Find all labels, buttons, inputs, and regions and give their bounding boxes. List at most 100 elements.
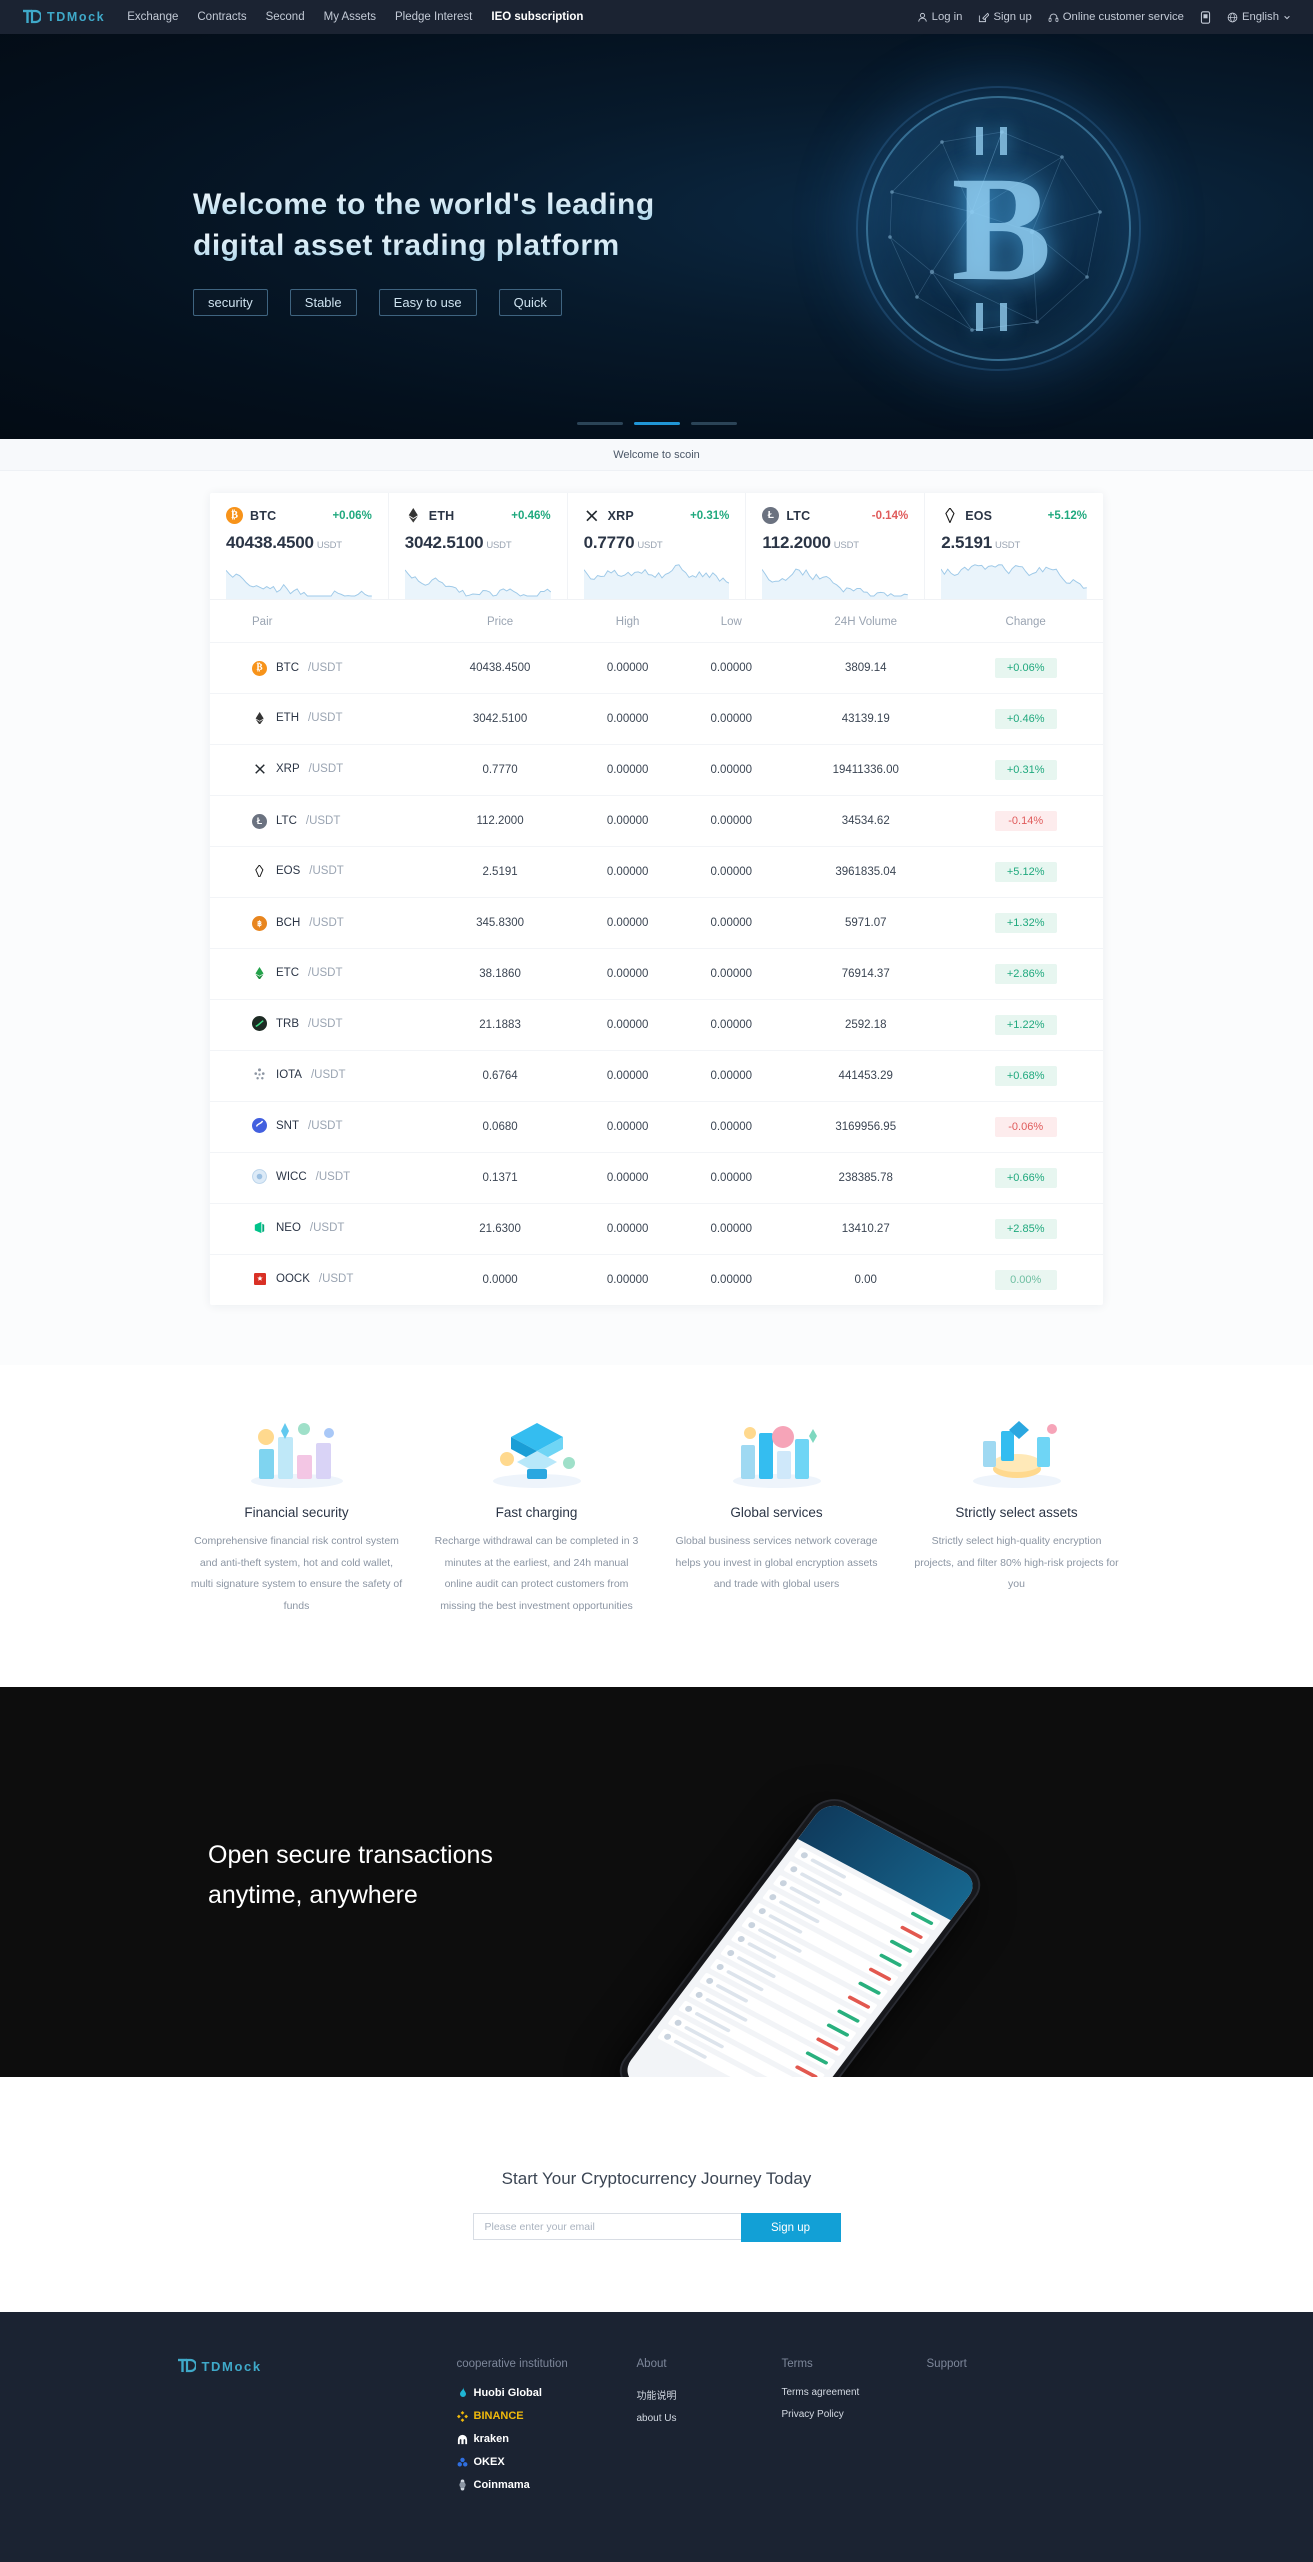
strictly-select-assets-illustration [911,1409,1123,1491]
ticker-card-xrp[interactable]: XRP +0.31% 0.7770 USDT [568,493,747,599]
cell-high: 0.00000 [575,1254,680,1305]
footer-link-privacy-policy[interactable]: Privacy Policy [782,2409,927,2420]
cell-change: -0.14% [948,795,1103,847]
hero-tag-easy-to-use[interactable]: Easy to use [378,288,477,316]
column-header-low[interactable]: Low [679,600,783,643]
hero-tag-stable[interactable]: Stable [289,288,357,316]
table-row[interactable]: NEO/USDT 21.6300 0.00000 0.00000 13410.2… [210,1203,1103,1255]
cell-high: 0.00000 [575,999,680,1051]
cell-low: 0.00000 [679,1152,784,1204]
hero-tag-security[interactable]: security [193,288,268,316]
table-row[interactable]: TRB/USDT 21.1883 0.00000 0.00000 2592.18… [210,999,1103,1051]
carousel-dot-3[interactable] [690,422,737,425]
footer-brand-logo[interactable]: TDMock [177,2358,435,2374]
feature-description: Recharge withdrawal can be completed in … [434,1535,639,1612]
nav-item-pledge-interest[interactable]: Pledge Interest [395,11,472,23]
ticker-symbol: LTC [786,508,811,523]
chevron-down-icon [1283,13,1291,21]
ticker-change: +0.06% [332,509,372,522]
language-selector[interactable]: English [1227,11,1291,23]
nav-item-contracts[interactable]: Contracts [197,11,246,23]
signup-submit-button[interactable]: Sign up [740,2213,841,2243]
nav-item-second[interactable]: Second [266,11,305,23]
cell-change: +0.68% [948,1050,1103,1102]
partner-okex[interactable]: OKEX [457,2456,637,2468]
cell-change: +1.22% [948,999,1103,1051]
brand-logo[interactable]: TDMock [22,9,105,25]
partner-label: Huobi Global [473,2387,542,2400]
cell-high: 0.00000 [575,948,680,1000]
nav-item-my-assets[interactable]: My Assets [324,11,376,23]
hero-title-line-1: Welcome to the world's leading [193,184,655,225]
cell-high: 0.00000 [575,1152,680,1204]
change-badge: +0.66% [994,1168,1057,1188]
online-customer-service-button[interactable]: Online customer service [1048,11,1184,23]
table-row[interactable]: Ł LTC/USDT 112.2000 0.00000 0.00000 34534… [210,795,1103,847]
ticker-card-list: ₿ BTC +0.06% 40438.4500 USDT ETH +0.46% 3… [210,493,1103,600]
feature-title: Financial security [244,1505,349,1520]
signup-button[interactable]: Sign up [978,11,1032,23]
pair-quote: /USDT [318,1273,354,1286]
ticker-price: 112.2000 USDT [762,533,859,552]
login-button[interactable]: Log in [917,11,962,23]
partner-binance[interactable]: BINANCE [457,2410,637,2422]
change-badge: 0.00% [994,1270,1057,1290]
footer-column-heading: About [636,2358,667,2371]
column-header-price[interactable]: Price [424,600,575,643]
cell-low: 0.00000 [679,744,784,796]
table-row[interactable]: ETC/USDT 38.1860 0.00000 0.00000 76914.3… [210,948,1103,1000]
cell-price: 3042.5100 [424,693,576,745]
cell-low: 0.00000 [679,1203,784,1255]
mobile-app-button[interactable] [1200,10,1211,24]
cell-pair: WICC/USDT [210,1152,425,1204]
cell-high: 0.00000 [575,795,680,847]
table-row[interactable]: OOCK/USDT 0.0000 0.00000 0.00000 0.00 0.… [210,1254,1103,1305]
bch-icon: ฿ [252,915,267,931]
cell-low: 0.00000 [679,897,784,949]
footer-link-about-us[interactable]: about Us [637,2413,782,2424]
nav-item-ieo-subscription[interactable]: IEO subscription [491,11,583,23]
cell-low: 0.00000 [679,948,784,1000]
table-row[interactable]: ₿ BTC/USDT 40438.4500 0.00000 0.00000 380… [210,642,1103,694]
column-header-high[interactable]: High [576,600,680,643]
ticker-card-eth[interactable]: ETH +0.46% 3042.5100 USDT [389,493,568,599]
carousel-dot-1[interactable] [576,422,623,425]
ticker-sparkline [941,564,1087,599]
cell-volume: 0.00 [783,1254,949,1305]
ticker-card-btc[interactable]: ₿ BTC +0.06% 40438.4500 USDT [210,493,389,599]
pair-base: OOCK [276,1273,310,1286]
carousel-dot-2[interactable] [633,422,680,425]
table-row[interactable]: EOS/USDT 2.5191 0.00000 0.00000 3961835.… [210,846,1103,898]
footer-link-terms-agreement[interactable]: Terms agreement [782,2387,927,2398]
table-row[interactable]: IOTA/USDT 0.6764 0.00000 0.00000 441453.… [210,1050,1103,1102]
partner-huobi[interactable]: Huobi Global [457,2387,637,2399]
hero-tag-quick[interactable]: Quick [498,288,562,316]
nav-item-exchange[interactable]: Exchange [127,11,178,23]
feature-card-global-services: Global services Global business services… [657,1409,897,1617]
ticker-card-eos[interactable]: EOS +5.12% 2.5191 USDT [925,493,1103,599]
cell-high: 0.00000 [575,1050,680,1102]
app-banner-heading: Open secure transactions anytime, anywhe… [208,1835,493,1915]
cta-title: Start Your Cryptocurrency Journey Today [501,2169,812,2189]
cell-high: 0.00000 [575,642,680,694]
table-row[interactable]: ETH/USDT 3042.5100 0.00000 0.00000 43139… [210,693,1103,745]
cell-high: 0.00000 [575,897,680,949]
partner-kraken[interactable]: kraken [457,2433,637,2445]
ticker-card-ltc[interactable]: Ł LTC -0.14% 112.2000 USDT [746,493,926,599]
email-input[interactable] [472,2213,741,2241]
newsletter-cta-section: Start Your Cryptocurrency Journey Today … [0,2077,1313,2313]
table-row[interactable]: XRP/USDT 0.7770 0.00000 0.00000 19411336… [210,744,1103,796]
table-row[interactable]: ฿ BCH/USDT 345.8300 0.00000 0.00000 5971.… [210,897,1103,949]
column-header-pair[interactable]: Pair [210,600,424,643]
carousel-indicators [0,422,1313,425]
footer-link-function-description[interactable]: 功能说明 [637,2387,782,2402]
table-row[interactable]: SNT/USDT 0.0680 0.00000 0.00000 3169956.… [210,1101,1103,1153]
column-header-change[interactable]: Change [948,600,1103,643]
table-row[interactable]: WICC/USDT 0.1371 0.00000 0.00000 238385.… [210,1152,1103,1204]
cell-pair: ETC/USDT [210,948,425,1000]
column-header-volume[interactable]: 24H Volume [783,600,948,643]
ticker-sparkline [762,568,909,599]
partner-coinmama[interactable]: Coinmama [457,2479,637,2491]
cell-volume: 2592.18 [783,999,949,1051]
xrp-icon [584,507,601,524]
